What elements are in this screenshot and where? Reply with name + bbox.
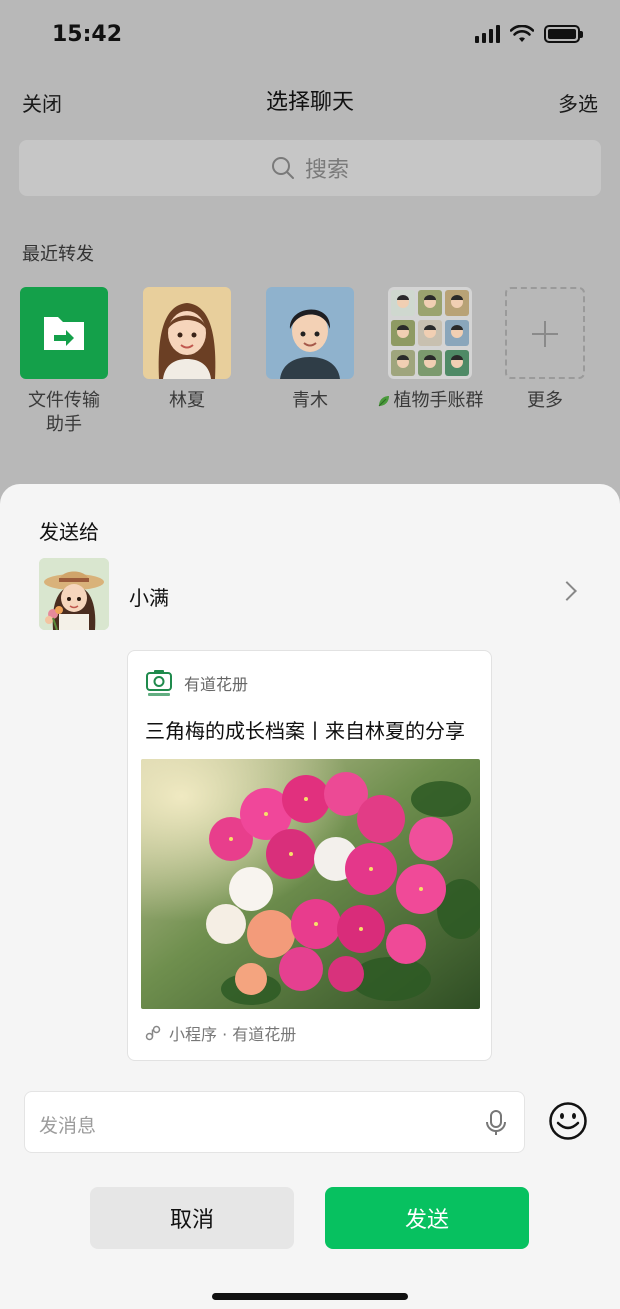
send-button[interactable]: 发送 [325,1187,529,1249]
folder-transfer-icon [20,287,108,379]
card-footer-text: 小程序 · 有道花册 [169,1025,297,1044]
background-page: 15:42 关闭 选择聊天 多选 搜索 最近转发 文件传输 助手 林夏 青木 植… [0,0,620,520]
recent-item-label: 更多 [527,390,563,411]
recent-item-label: 林夏 [169,390,205,411]
plus-icon [505,287,585,379]
status-icons [475,25,583,43]
card-header: 有道花册 [146,669,248,697]
battery-icon [544,25,583,43]
home-indicator [212,1293,408,1300]
page-title: 选择聊天 [265,90,354,115]
recent-item-linxia[interactable]: 林夏 [132,287,242,413]
recipient-name: 小满 [129,586,169,610]
recent-item-label: 青木 [292,390,328,411]
status-time: 15:42 [52,22,123,47]
multi-select-button[interactable]: 多选 [558,88,598,117]
recent-list: 文件传输 助手 林夏 青木 植物手账群 更多 [0,287,620,447]
recent-section-title: 最近转发 [22,244,94,265]
chevron-right-icon [557,581,577,601]
recent-item-label-row: 植物手账群 [374,389,486,413]
recent-item-label: 植物手账群 [393,390,484,411]
message-input[interactable]: 发消息 [24,1091,525,1153]
avatar-girl [143,287,231,379]
recent-item-plant-group[interactable]: 植物手账群 [374,287,486,413]
mini-program-card[interactable]: 有道花册 三角梅的成长档案丨来自林夏的分享 小程序 · 有道花册 [127,650,492,1061]
mini-program-icon [145,1025,161,1041]
emoji-icon[interactable] [548,1101,588,1141]
cellular-signal-icon [475,25,500,43]
nav-bar: 关闭 选择聊天 多选 [0,82,620,122]
message-placeholder: 发消息 [39,1115,97,1137]
card-title: 三角梅的成长档案丨来自林夏的分享 [145,719,465,743]
search-placeholder: 搜索 [304,158,349,183]
recent-item-label: 文件传输 助手 [28,390,100,435]
recipient-row[interactable]: 小满 [39,558,584,630]
search-icon [271,157,294,179]
recent-item-qingmu[interactable]: 青木 [255,287,365,413]
camera-logo-icon [146,669,172,697]
recent-item-file-transfer[interactable]: 文件传输 助手 [9,287,119,437]
wifi-icon [510,25,534,42]
group-avatar-grid [388,287,472,379]
card-app-name: 有道花册 [184,675,249,694]
sheet-title: 发送给 [39,520,99,544]
recent-item-more[interactable]: 更多 [490,287,600,413]
search-input[interactable]: 搜索 [19,140,601,196]
send-to-sheet: 发送给 小满 有道花册 三角梅的成长档案丨来自林夏的分享 小程序 · 有道花册 … [0,484,620,1309]
bougainvillea-photo [141,759,480,1009]
recipient-avatar [39,558,109,630]
card-footer: 小程序 · 有道花册 [145,1021,296,1045]
leaf-icon [378,396,389,407]
status-bar: 15:42 [0,0,620,72]
microphone-icon[interactable] [484,1109,508,1137]
avatar-boy [266,287,354,379]
cancel-button[interactable]: 取消 [90,1187,294,1249]
